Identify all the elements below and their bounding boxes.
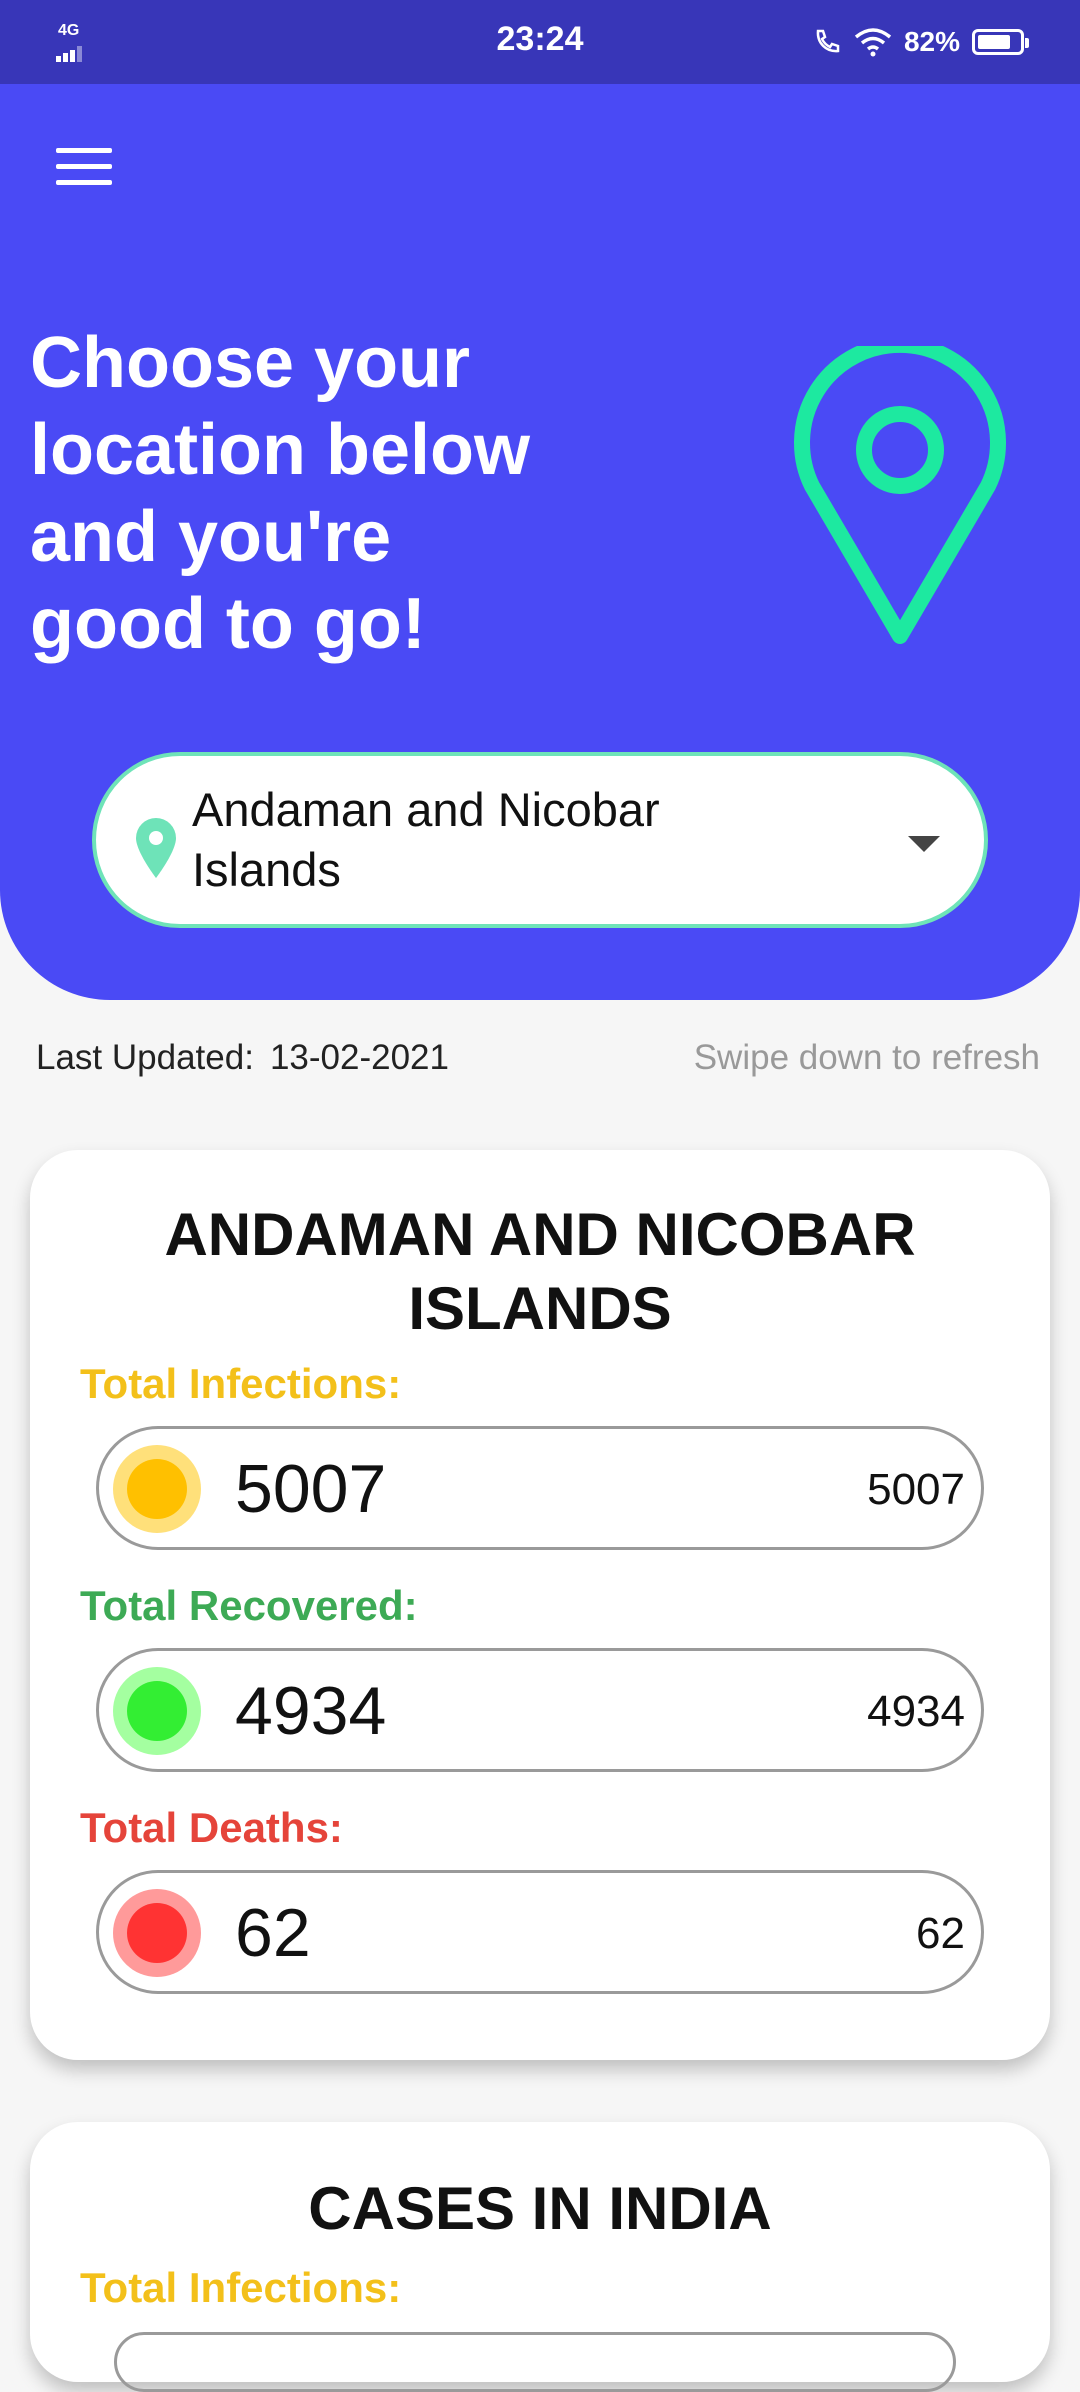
recovered-pill: 4934 4934	[96, 1648, 984, 1772]
recovered-count: 4934	[867, 1687, 965, 1736]
infections-indicator-icon	[113, 1445, 201, 1533]
recovered-label: Total Recovered:	[80, 1582, 418, 1629]
region-stats-card: ANDAMAN AND NICOBAR ISLANDS Total Infect…	[30, 1150, 1050, 2060]
call-wifi-icon	[816, 29, 840, 53]
headline-line: location below	[30, 410, 531, 490]
dropdown-arrow-icon	[908, 836, 940, 852]
location-header: Choose your location below and you're go…	[0, 84, 1080, 1000]
deaths-count: 62	[916, 1909, 965, 1958]
deaths-label: Total Deaths:	[80, 1804, 343, 1851]
india-infections-label: Total Infections:	[80, 2264, 402, 2311]
menu-icon[interactable]	[56, 148, 112, 188]
infections-label: Total Infections:	[80, 1360, 402, 1407]
battery-icon	[972, 29, 1029, 55]
deaths-indicator-icon	[113, 1889, 201, 1977]
region-title-line: ANDAMAN AND NICOBAR	[164, 1201, 916, 1268]
wifi-icon	[854, 28, 892, 57]
selected-location: Andaman and Nicobar Islands	[192, 780, 832, 900]
location-marker-icon	[136, 818, 176, 878]
headline: Choose your location below and you're go…	[30, 320, 650, 668]
headline-line: good to go!	[30, 584, 426, 664]
infections-pill: 5007 5007	[96, 1426, 984, 1550]
location-dropdown[interactable]: Andaman and Nicobar Islands	[92, 752, 988, 928]
india-infections-pill	[114, 2332, 956, 2392]
status-bar: 4G 23:24 82%	[0, 0, 1080, 84]
deaths-pill: 62 62	[96, 1870, 984, 1994]
deaths-value: 62	[235, 1895, 311, 1971]
location-pin-icon	[794, 346, 1006, 644]
headline-line: Choose your	[30, 323, 471, 403]
last-updated-date: 13-02-2021	[269, 1038, 449, 1077]
last-updated: Last Updated: 13-02-2021	[36, 1038, 449, 1078]
region-title-line: ISLANDS	[408, 1275, 672, 1342]
infections-value: 5007	[235, 1451, 387, 1527]
recovered-indicator-icon	[113, 1667, 201, 1755]
status-icons: 82%	[812, 22, 1029, 62]
refresh-hint: Swipe down to refresh	[693, 1038, 1040, 1077]
selected-location-line: Islands	[192, 843, 341, 896]
india-title: CASES IN INDIA	[308, 2175, 772, 2242]
selected-location-line: Andaman and Nicobar	[192, 783, 660, 836]
headline-line: and you're	[30, 497, 392, 577]
last-updated-label: Last Updated:	[36, 1038, 254, 1077]
battery-percent: 82%	[903, 26, 960, 57]
region-title: ANDAMAN AND NICOBAR ISLANDS	[30, 1198, 1050, 1346]
india-stats-card: CASES IN INDIA Total Infections:	[30, 2122, 1050, 2392]
infections-count: 5007	[867, 1465, 965, 1514]
recovered-value: 4934	[235, 1673, 387, 1749]
